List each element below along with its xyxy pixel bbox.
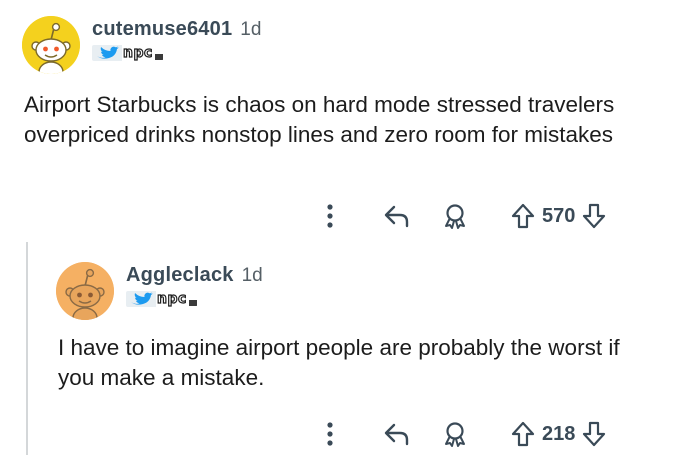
award-icon	[445, 204, 465, 229]
award-icon	[445, 422, 465, 447]
more-options-button[interactable]	[312, 203, 348, 229]
snoo-avatar-icon	[56, 262, 114, 320]
comment-body: I have to imagine airport people are pro…	[58, 335, 620, 390]
comment-meta: Aggleclack 1d npc	[126, 264, 263, 308]
more-vertical-icon	[327, 422, 333, 446]
upvote-arrow-icon[interactable]	[510, 420, 536, 448]
avatar[interactable]	[22, 16, 80, 74]
award-button[interactable]	[440, 202, 470, 230]
comment-actions: 218	[312, 416, 607, 452]
flair-text: npc	[122, 45, 153, 61]
reply-arrow-icon	[384, 205, 409, 228]
more-options-button[interactable]	[312, 421, 348, 447]
vote-count: 570	[542, 204, 576, 227]
flair-decoration	[154, 54, 163, 60]
reply-arrow-icon	[384, 423, 409, 446]
upvote-arrow-icon[interactable]	[510, 202, 536, 230]
comment-age: 1d	[240, 19, 262, 40]
comment-header: Aggleclack 1d npc	[56, 262, 263, 320]
vote-count: 218	[542, 422, 576, 445]
more-vertical-icon	[327, 204, 333, 228]
downvote-arrow-icon[interactable]	[581, 202, 607, 230]
avatar[interactable]	[56, 262, 114, 320]
comment-actions: 570	[312, 198, 607, 234]
user-flair: npc	[92, 44, 261, 62]
comment-meta: cutemuse6401 1d npc	[92, 18, 261, 62]
username[interactable]: Aggleclack	[126, 264, 234, 287]
award-button[interactable]	[440, 420, 470, 448]
thread-line[interactable]	[26, 242, 28, 455]
reply-button[interactable]	[382, 422, 412, 446]
flair-decoration	[188, 300, 197, 306]
reply-button[interactable]	[382, 204, 412, 228]
vote-group: 218	[510, 420, 607, 448]
comment-age: 1d	[241, 265, 263, 286]
snoo-avatar-icon	[22, 16, 80, 74]
vote-group: 570	[510, 202, 607, 230]
twitter-bird-flair-icon	[92, 45, 122, 61]
username[interactable]: cutemuse6401	[92, 18, 232, 41]
flair-text: npc	[156, 291, 187, 307]
downvote-arrow-icon[interactable]	[581, 420, 607, 448]
comment-body: Airport Starbucks is chaos on hard mode …	[24, 92, 615, 147]
comment-thread: cutemuse6401 1d npc Airport Starbucks is…	[0, 0, 700, 455]
comment-header: cutemuse6401 1d npc	[22, 16, 261, 74]
twitter-bird-flair-icon	[126, 291, 156, 307]
user-flair: npc	[126, 290, 263, 308]
